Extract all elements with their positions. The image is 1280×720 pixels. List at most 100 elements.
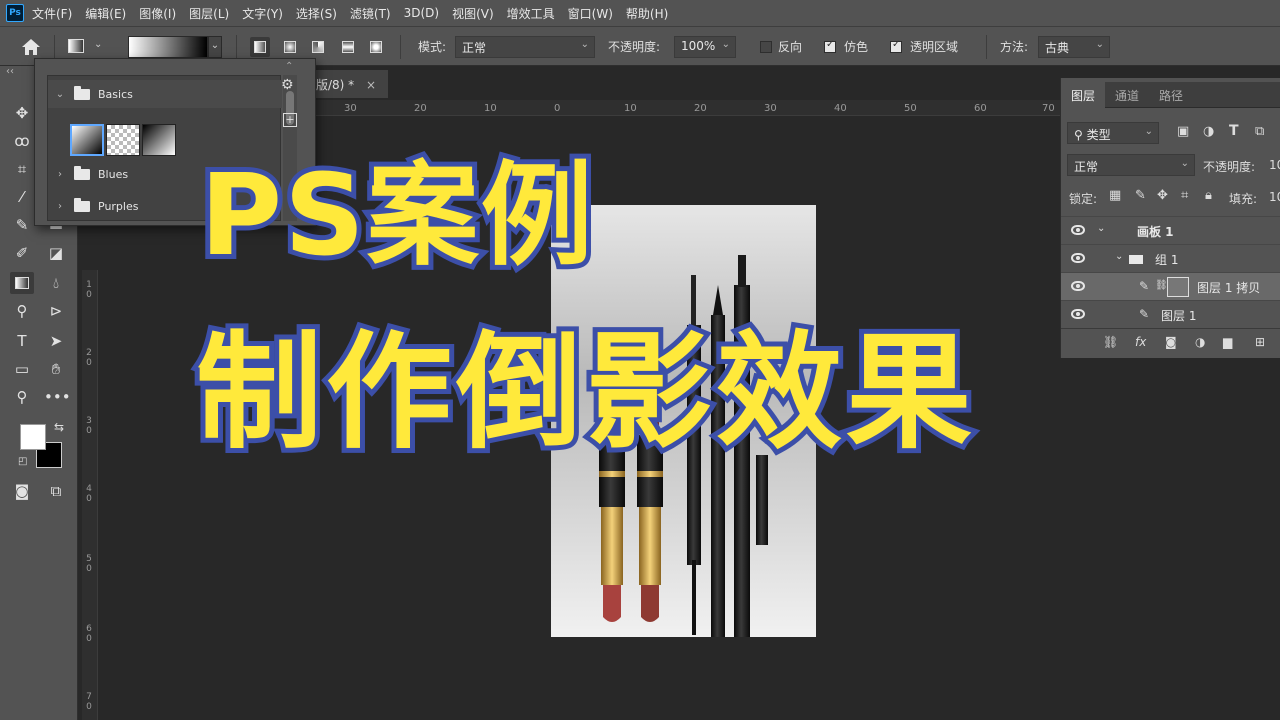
eye-icon[interactable] <box>1071 309 1085 319</box>
gradient-dropdown-chevron-icon[interactable]: ⌄ <box>208 36 222 58</box>
layer-row-group[interactable]: ⌄ 组 1 <box>1061 244 1280 272</box>
home-icon[interactable] <box>20 37 42 57</box>
menu-view[interactable]: 视图(V) <box>452 5 494 22</box>
path-selection-tool-icon[interactable]: ➤ <box>44 330 68 352</box>
gradient-folder-basics[interactable]: ⌄ Basics <box>48 80 282 108</box>
ruler-tick: 40 <box>834 103 847 114</box>
angle-gradient-button[interactable] <box>308 37 328 57</box>
more-tools-icon[interactable]: ••• <box>44 386 71 408</box>
blend-mode-select[interactable]: 正常 ⌄ <box>1067 154 1195 176</box>
menu-plugins[interactable]: 增效工具 <box>507 5 555 22</box>
filter-pixel-icon[interactable]: ▣ <box>1177 124 1189 139</box>
opacity-input[interactable]: 100% ⌄ <box>674 36 736 58</box>
blur-tool-icon[interactable]: 💧︎ <box>44 272 68 294</box>
scroll-up-icon[interactable]: ⌃ <box>285 61 293 72</box>
menu-filter[interactable]: 滤镜(T) <box>350 5 391 22</box>
chevron-down-icon[interactable]: ⌄ <box>1097 223 1105 234</box>
eye-icon[interactable] <box>1071 253 1085 263</box>
chevron-down-icon[interactable]: ⌄ <box>1115 251 1123 262</box>
layer-row-layer1[interactable]: ✎ 图层 1 <box>1061 300 1280 328</box>
gradient-tool-preset-icon[interactable] <box>68 39 84 53</box>
radial-gradient-button[interactable] <box>280 37 300 57</box>
filter-type-icon[interactable]: T <box>1229 123 1239 139</box>
chevron-right-icon[interactable]: › <box>52 201 68 212</box>
menu-3d[interactable]: 3D(D) <box>404 6 439 20</box>
tab-paths[interactable]: 路径 <box>1149 82 1193 108</box>
new-layer-icon[interactable]: ⊞ <box>1255 335 1265 349</box>
chevron-down-icon[interactable]: ⌄ <box>52 89 68 100</box>
method-select[interactable]: 古典 ⌄ <box>1038 36 1110 58</box>
fx-icon[interactable]: fx <box>1135 335 1146 349</box>
document-tab[interactable]: 版/8) * × <box>316 70 388 98</box>
layer-opacity-value[interactable]: 10 <box>1269 158 1280 172</box>
lock-position-icon[interactable]: ✥ <box>1157 188 1168 203</box>
menu-help[interactable]: 帮助(H) <box>626 5 668 22</box>
filter-adjustment-icon[interactable]: ◑ <box>1203 124 1214 139</box>
lock-image-icon[interactable]: ✎ <box>1135 188 1146 203</box>
zoom-tool-icon[interactable]: ⚲ <box>10 386 34 408</box>
chevron-right-icon[interactable]: › <box>52 169 68 180</box>
foreground-color-swatch[interactable] <box>20 424 46 450</box>
dodge-tool-icon[interactable]: ⚲ <box>10 300 34 322</box>
reverse-checkbox[interactable] <box>760 41 772 53</box>
brush-tool-icon[interactable]: ✎ <box>10 214 34 236</box>
menu-image[interactable]: 图像(I) <box>139 5 176 22</box>
link-layers-icon[interactable]: ⛓ <box>1103 335 1118 349</box>
hand-tool-icon[interactable]: ✋︎ <box>44 358 68 380</box>
add-mask-icon[interactable]: ◙ <box>1165 335 1177 349</box>
chevron-down-icon[interactable]: ⌄ <box>94 39 102 50</box>
layer-filter-select[interactable]: ⚲ 类型 ⌄ <box>1067 122 1159 144</box>
lock-all-icon[interactable]: 🔒︎ <box>1205 188 1212 203</box>
filter-shape-icon[interactable]: ⧉ <box>1255 124 1264 139</box>
move-tool-icon[interactable]: ✥ <box>10 102 34 124</box>
close-tab-icon[interactable]: × <box>366 78 376 92</box>
lock-transparent-icon[interactable]: ▦ <box>1109 188 1121 203</box>
menu-edit[interactable]: 编辑(E) <box>85 5 126 22</box>
menu-type[interactable]: 文字(Y) <box>242 5 283 22</box>
gradient-preview[interactable] <box>128 36 208 58</box>
tab-channels[interactable]: 通道 <box>1105 82 1149 108</box>
quick-mask-icon[interactable]: ◙ <box>10 480 34 502</box>
diamond-gradient-button[interactable] <box>366 37 386 57</box>
adjustment-layer-icon[interactable]: ◑ <box>1195 335 1205 349</box>
eyedropper-tool-icon[interactable]: ⁄ <box>10 186 34 208</box>
new-gradient-icon[interactable]: + <box>283 113 297 127</box>
screen-mode-icon[interactable]: ⧉ <box>44 480 68 502</box>
tab-layers[interactable]: 图层 <box>1061 82 1106 108</box>
gradient-tool-icon[interactable] <box>10 272 34 294</box>
type-tool-icon[interactable]: T <box>10 330 34 352</box>
rectangle-tool-icon[interactable]: ▭ <box>10 358 34 380</box>
eye-icon[interactable] <box>1071 225 1085 235</box>
gear-icon[interactable]: ⚙ <box>281 77 294 93</box>
menu-file[interactable]: 文件(F) <box>32 5 72 22</box>
menu-window[interactable]: 窗口(W) <box>568 5 613 22</box>
history-brush-tool-icon[interactable]: ✐ <box>10 242 34 264</box>
pen-tool-icon[interactable]: ⊳ <box>44 300 68 322</box>
collapse-panel-icon[interactable]: ‹‹ <box>6 66 14 77</box>
reflected-gradient-button[interactable] <box>338 37 358 57</box>
eye-icon[interactable] <box>1071 281 1085 291</box>
transparency-checkbox[interactable] <box>890 39 902 53</box>
lasso-tool-icon[interactable]: ꝏ <box>10 130 34 152</box>
layer-mask-thumbnail[interactable] <box>1167 277 1189 297</box>
menu-layer[interactable]: 图层(L) <box>189 5 229 22</box>
linear-gradient-button[interactable] <box>250 37 270 57</box>
new-group-icon[interactable]: ▆ <box>1223 335 1232 349</box>
menu-select[interactable]: 选择(S) <box>296 5 337 22</box>
crop-tool-icon[interactable]: ⌗ <box>10 158 34 180</box>
gradient-swatch-black-to-white[interactable] <box>142 124 176 156</box>
gradient-swatch-foreground-to-background[interactable] <box>70 124 104 156</box>
fill-value[interactable]: 10 <box>1269 190 1280 204</box>
ruler-tick: 10 <box>624 103 637 114</box>
swap-colors-icon[interactable]: ⇆ <box>54 420 64 434</box>
dither-checkbox[interactable] <box>824 39 836 53</box>
default-colors-icon[interactable]: ◰ <box>18 456 27 467</box>
layer-row-artboard[interactable]: ⌄ 画板 1 <box>1061 216 1280 244</box>
horizontal-ruler: 30 20 10 0 10 20 30 40 50 60 70 <box>316 100 1060 116</box>
eraser-tool-icon[interactable]: ◪ <box>44 242 68 264</box>
mode-select[interactable]: 正常 ⌄ <box>455 36 595 58</box>
link-icon[interactable]: ⛓ <box>1155 280 1168 291</box>
layer-row-layer1-copy[interactable]: ✎ ⛓ 图层 1 拷贝 <box>1061 272 1280 300</box>
lock-artboard-icon[interactable]: ⌗ <box>1181 188 1188 203</box>
gradient-swatch-foreground-to-transparent[interactable] <box>106 124 140 156</box>
